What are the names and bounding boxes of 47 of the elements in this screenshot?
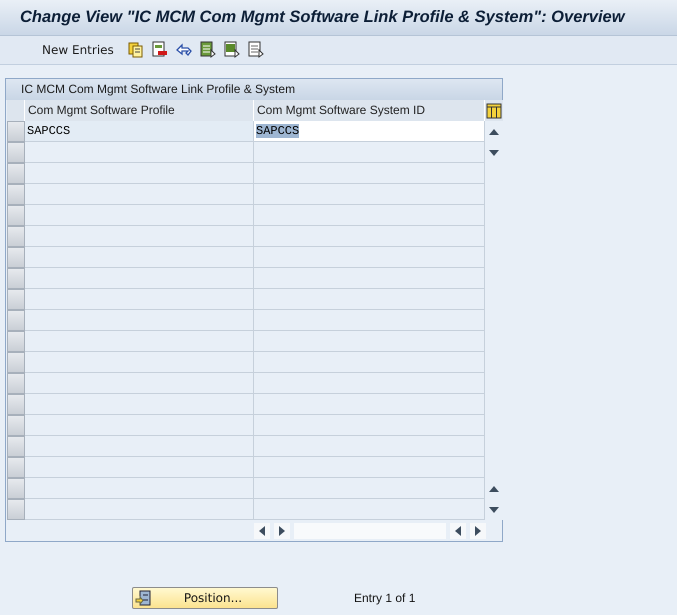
table-title: IC MCM Com Mgmt Software Link Profile & System [6, 79, 502, 100]
delete-icon [150, 41, 169, 59]
entry-counter: Entry 1 of 1 [354, 591, 416, 605]
scroll-down-icon[interactable] [489, 150, 499, 156]
select-block-icon [222, 41, 241, 59]
row-selector[interactable] [7, 499, 25, 520]
row-selector[interactable] [7, 205, 25, 226]
row-selector[interactable] [7, 226, 25, 247]
row-selector[interactable] [7, 457, 25, 478]
row-selector[interactable] [7, 436, 25, 457]
row-selector[interactable] [7, 163, 25, 184]
table-cell: SAPCCS [25, 121, 254, 142]
row-selector[interactable] [7, 184, 25, 205]
copy-icon [126, 41, 145, 59]
column-settings-button[interactable] [485, 100, 503, 121]
scroll-left-icon[interactable] [259, 526, 265, 536]
scroll-right-icon[interactable] [279, 526, 285, 536]
row-selector[interactable] [7, 331, 25, 352]
row-selector[interactable] [7, 394, 25, 415]
column-header[interactable]: Com Mgmt Software Profile [25, 100, 254, 121]
row-selector[interactable] [7, 289, 25, 310]
column-settings-icon [486, 102, 502, 118]
column-header[interactable]: Com Mgmt Software System ID [254, 100, 485, 121]
row-selector[interactable] [7, 352, 25, 373]
row-selector[interactable] [7, 310, 25, 331]
row-selector[interactable] [7, 415, 25, 436]
deselect-all-button[interactable] [246, 39, 266, 61]
row-selector[interactable] [7, 373, 25, 394]
position-icon [135, 590, 151, 606]
scroll-right-icon[interactable] [475, 526, 481, 536]
row-selector[interactable] [7, 247, 25, 268]
scroll-down-icon[interactable] [489, 506, 499, 512]
scroll-left-icon[interactable] [455, 526, 461, 536]
select-all-icon [198, 41, 217, 59]
select-block-button[interactable] [222, 39, 242, 61]
position-button[interactable]: Position... [132, 587, 278, 609]
row-selector[interactable] [7, 121, 25, 142]
row-selector[interactable] [7, 478, 25, 499]
row-selector[interactable] [7, 142, 25, 163]
new-entries-button[interactable]: New Entries [38, 39, 118, 61]
deselect-all-icon [246, 41, 265, 59]
select-all-button[interactable] [198, 39, 218, 61]
scroll-up-icon[interactable] [489, 128, 499, 134]
row-selector[interactable] [7, 268, 25, 289]
scroll-up-icon[interactable] [489, 486, 499, 492]
input-field[interactable]: SAPCCS [254, 121, 485, 142]
window-title: Change View "IC MCM Com Mgmt Software Link Profile & System": Overview [20, 8, 626, 27]
